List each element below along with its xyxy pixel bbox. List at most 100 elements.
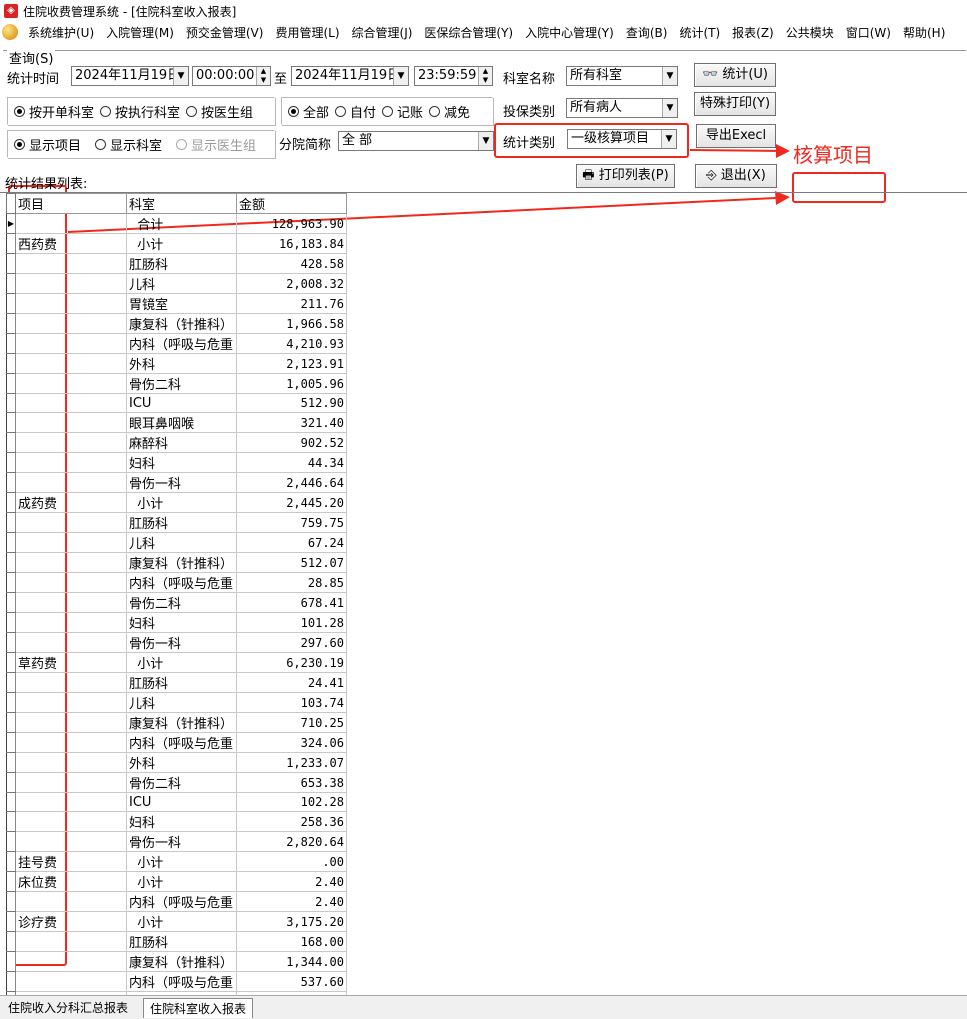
cell-item[interactable] (15, 712, 127, 733)
chevron-down-icon[interactable]: ▼ (173, 67, 188, 85)
cell-dept[interactable]: 骨伤二科 (126, 373, 237, 394)
menu-public[interactable]: 公共模块 (780, 24, 840, 41)
radio-show-item[interactable]: 显示项目 (14, 135, 81, 154)
row-indicator[interactable] (6, 592, 16, 613)
row-indicator[interactable] (6, 632, 16, 653)
row-indicator[interactable] (6, 712, 16, 733)
menu-help[interactable]: 帮助(H) (897, 24, 951, 41)
radio-dot[interactable] (382, 105, 394, 117)
table-row[interactable]: 内科（呼吸与危重 28.85 (6, 572, 347, 593)
radio-self-pay[interactable]: 自付 (335, 102, 376, 121)
row-indicator[interactable] (6, 572, 16, 593)
cell-item[interactable] (15, 672, 127, 693)
cell-dept[interactable]: ICU (126, 393, 237, 413)
table-row[interactable]: 康复科（针推科） 710.25 (6, 712, 347, 733)
end-time-field[interactable]: 23:59:59 ▲ ▼ (414, 66, 493, 86)
row-indicator[interactable] (6, 851, 16, 872)
table-row[interactable]: 骨伤一科 297.60 (6, 632, 347, 653)
cell-item[interactable] (15, 632, 127, 653)
row-indicator[interactable] (6, 233, 16, 254)
cell-item[interactable] (15, 393, 127, 413)
cell-dept[interactable]: 骨伤二科 (126, 772, 237, 793)
app-menu-icon[interactable] (2, 24, 18, 40)
branch-select[interactable]: 全 部 ▼ (338, 131, 494, 151)
radio-dot[interactable] (176, 138, 188, 150)
cell-item[interactable] (15, 552, 127, 573)
cell-dept[interactable]: 小计 (126, 652, 237, 673)
cell-dept[interactable]: 合计 (126, 213, 237, 234)
cell-amount[interactable]: 2,820.64 (236, 831, 347, 852)
row-indicator[interactable] (6, 931, 16, 952)
cell-amount[interactable]: 102.28 (236, 792, 347, 812)
table-row[interactable]: 骨伤二科 1,005.96 (6, 373, 347, 394)
table-row[interactable]: 康复科（针推科） 1,344.00 (6, 951, 347, 972)
cell-amount[interactable]: 16,183.84 (236, 233, 347, 254)
cell-amount[interactable]: 2.40 (236, 871, 347, 892)
table-row[interactable]: 外科 2,123.91 (6, 353, 347, 374)
table-row[interactable]: 肛肠科 24.41 (6, 672, 347, 693)
cell-dept[interactable]: 小计 (126, 911, 237, 932)
cell-dept[interactable]: 肛肠科 (126, 253, 237, 274)
chevron-down-icon[interactable]: ▼ (662, 67, 677, 85)
special-print-button[interactable]: 特殊打印(Y) (694, 92, 776, 116)
cell-dept[interactable]: 内科（呼吸与危重 (126, 572, 237, 593)
table-row[interactable]: 眼耳鼻咽喉 321.40 (6, 412, 347, 433)
stat-button[interactable]: 👓 统计(U) (694, 63, 776, 87)
cell-dept[interactable]: 小计 (126, 233, 237, 254)
cell-dept[interactable]: 康复科（针推科） (126, 313, 237, 334)
cell-amount[interactable]: 103.74 (236, 692, 347, 713)
row-indicator[interactable] (6, 552, 16, 573)
cell-item[interactable] (15, 512, 127, 533)
table-row[interactable]: 骨伤二科 678.41 (6, 592, 347, 613)
cell-amount[interactable]: 101.28 (236, 612, 347, 633)
cell-dept[interactable]: 肛肠科 (126, 512, 237, 533)
cell-dept[interactable]: 妇科 (126, 811, 237, 832)
row-indicator[interactable] (6, 752, 16, 773)
cell-amount[interactable]: 324.06 (236, 732, 347, 753)
table-row[interactable]: 草药费 小计 6,230.19 (6, 652, 347, 673)
table-row[interactable]: 妇科 258.36 (6, 811, 347, 832)
cell-item[interactable]: 草药费 (15, 652, 127, 673)
radio-dot[interactable] (186, 105, 198, 117)
radio-dot[interactable] (288, 105, 299, 117)
cell-amount[interactable]: 653.38 (236, 772, 347, 793)
cell-dept[interactable]: 妇科 (126, 452, 237, 473)
table-row[interactable]: 妇科 101.28 (6, 612, 347, 633)
cell-dept[interactable]: 儿科 (126, 273, 237, 294)
table-row[interactable]: 儿科 2,008.32 (6, 273, 347, 294)
start-time-field[interactable]: 00:00:00 ▲ ▼ (192, 66, 271, 86)
table-row[interactable]: 内科（呼吸与危重 537.60 (6, 971, 347, 992)
cell-dept[interactable]: 小计 (126, 492, 237, 513)
row-indicator[interactable] (6, 472, 16, 493)
cell-item[interactable] (15, 412, 127, 433)
menu-insurance[interactable]: 医保综合管理(Y) (418, 24, 519, 41)
cell-item[interactable]: 床位费 (15, 871, 127, 892)
menu-general[interactable]: 综合管理(J) (346, 24, 419, 41)
cell-amount[interactable]: 759.75 (236, 512, 347, 533)
row-indicator[interactable] (6, 692, 16, 713)
column-header-amount[interactable]: 金额 (236, 193, 347, 214)
dept-name-select[interactable]: 所有科室 ▼ (566, 66, 678, 86)
table-row[interactable]: 儿科 103.74 (6, 692, 347, 713)
menu-window[interactable]: 窗口(W) (840, 24, 897, 41)
table-row[interactable]: 诊疗费 小计 3,175.20 (6, 911, 347, 932)
table-row[interactable]: 骨伤一科 2,446.64 (6, 472, 347, 493)
cell-amount[interactable]: 1,233.07 (236, 752, 347, 773)
cell-item[interactable] (15, 891, 127, 912)
row-indicator[interactable] (6, 373, 16, 394)
cell-item[interactable]: 西药费 (15, 233, 127, 254)
table-row[interactable]: 妇科 44.34 (6, 452, 347, 473)
tab-dept-income-report[interactable]: 住院科室收入报表 (143, 998, 254, 1018)
cell-dept[interactable]: 康复科（针推科） (126, 712, 237, 733)
row-indicator[interactable] (6, 512, 16, 533)
radio-dot[interactable] (14, 138, 25, 150)
cell-amount[interactable]: 1,005.96 (236, 373, 347, 394)
cell-item[interactable]: 挂号费 (15, 851, 127, 872)
table-row[interactable]: 床位费 小计 2.40 (6, 871, 347, 892)
cell-item[interactable] (15, 353, 127, 374)
cell-dept[interactable]: 内科（呼吸与危重 (126, 891, 237, 912)
radio-show-dept[interactable]: 显示科室 (95, 135, 162, 154)
cell-item[interactable]: 诊疗费 (15, 911, 127, 932)
chevron-down-icon[interactable]: ▼ (662, 99, 677, 117)
cell-item[interactable] (15, 971, 127, 992)
